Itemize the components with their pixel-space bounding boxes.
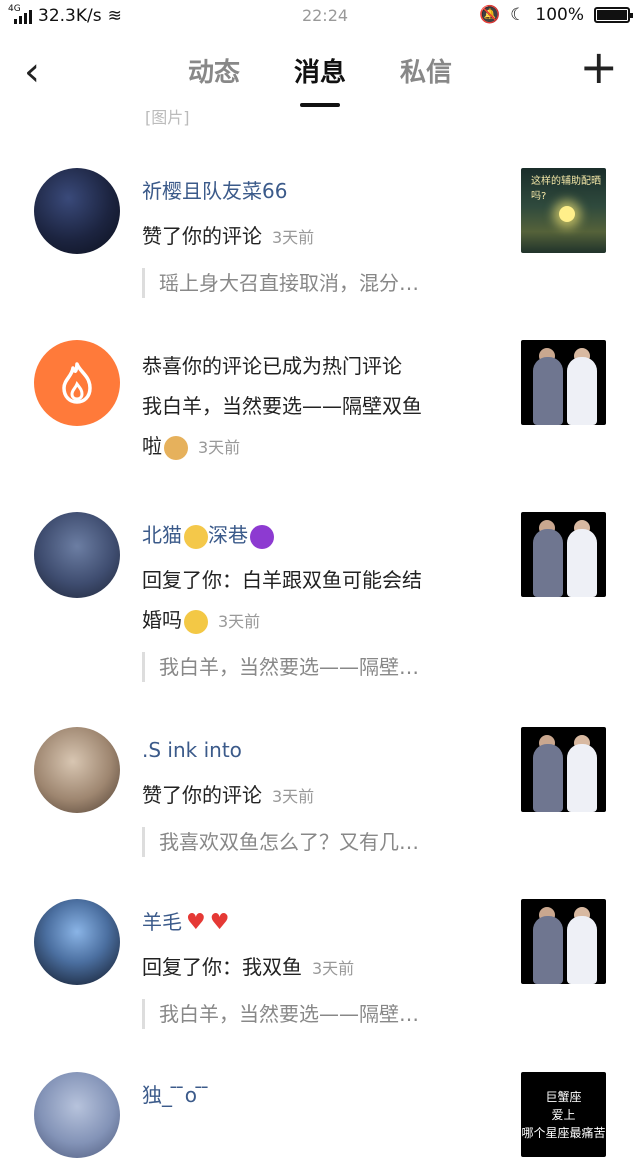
figure-decoration — [567, 916, 597, 984]
add-icon[interactable]: + — [579, 44, 618, 90]
avatar[interactable] — [34, 168, 120, 254]
quoted-comment[interactable]: 我喜欢双鱼怎么了？又有几… — [142, 827, 500, 857]
username[interactable]: .S ink into — [142, 735, 500, 765]
username-part: 深巷 — [208, 523, 248, 547]
tab-messages[interactable]: 消息 — [293, 52, 346, 107]
figure-decoration — [567, 357, 597, 425]
post-thumbnail[interactable]: 这样的辅助配晒吗? — [521, 168, 606, 253]
battery-icon — [594, 7, 633, 23]
action-text: 赞了你的评论 — [142, 224, 262, 248]
laugh-cry-emoji-icon — [184, 609, 208, 634]
moon-icon: ☾ — [510, 5, 526, 25]
comment-text: 我白羊，当然要选——隔壁双鱼 — [142, 394, 422, 418]
avatar[interactable] — [34, 512, 120, 598]
heart-icon: ♥ — [209, 910, 230, 935]
figure-decoration — [567, 529, 597, 597]
avatar[interactable] — [34, 727, 120, 813]
action-text: 赞了你的评论 — [142, 783, 262, 807]
timestamp: 3天前 — [272, 228, 315, 247]
flame-icon — [62, 362, 92, 404]
reply-text: 回复了你：白羊跟双鱼可能会结 — [142, 568, 422, 592]
post-thumbnail[interactable]: 巨蟹座 爱上 哪个星座最痛苦 — [521, 1072, 606, 1157]
reply-text-end: 婚吗 — [142, 608, 182, 632]
quoted-comment[interactable]: 我白羊，当然要选——隔壁… — [142, 652, 500, 682]
quoted-comment[interactable]: 我白羊，当然要选——隔壁… — [142, 999, 500, 1029]
heart-icon: ♥ — [186, 910, 206, 935]
active-tab-indicator — [299, 103, 340, 107]
figure-decoration — [533, 916, 563, 984]
post-thumbnail[interactable] — [521, 340, 606, 425]
partial-quote: [图片] — [145, 108, 190, 127]
timestamp: 3天前 — [312, 959, 355, 978]
status-bar: 4G 32.3K/s ≋ 22:24 🔕 ☾ 100% — [0, 0, 640, 34]
thumbnail-text-line: 巨蟹座 — [545, 1089, 582, 1104]
post-thumbnail[interactable] — [521, 899, 606, 984]
username-part: 北猫 — [142, 523, 182, 547]
username[interactable]: 北猫 深巷 — [142, 520, 500, 550]
tab-bar: 动态 消息 私信 — [0, 52, 640, 107]
timestamp: 3天前 — [198, 438, 241, 457]
thumbnail-caption: 这样的辅助配晒吗? — [531, 176, 601, 202]
figure-decoration — [533, 744, 563, 812]
timestamp: 3天前 — [218, 612, 261, 631]
thumbnail-text-line: 哪个星座最痛苦 — [521, 1125, 606, 1140]
post-thumbnail[interactable] — [521, 727, 606, 812]
doge-emoji-icon — [164, 435, 188, 460]
figure-decoration — [533, 529, 563, 597]
reply-text: 回复了你：我双鱼 — [142, 955, 302, 979]
spark-decoration — [559, 206, 575, 222]
quoted-comment[interactable]: 瑶上身大召直接取消，混分… — [142, 268, 500, 298]
comment-text-end: 啦 — [142, 434, 162, 458]
mute-icon: 🔕 — [478, 5, 501, 25]
battery-percent: 100% — [535, 5, 584, 25]
username[interactable]: 羊毛 ♥ ♥ — [142, 907, 500, 937]
username[interactable]: 祈樱且队友菜66 — [142, 176, 500, 206]
tab-dynamic[interactable]: 动态 — [188, 52, 240, 89]
username[interactable]: 独_ ̄ ̄o ̄ ̄ — [142, 1080, 500, 1110]
tab-label: 私信 — [400, 58, 453, 88]
top-nav: ‹ 动态 消息 私信 + — [0, 34, 640, 107]
figure-decoration — [567, 744, 597, 812]
tab-private-messages[interactable]: 私信 — [400, 52, 452, 89]
tab-label: 消息 — [293, 58, 346, 88]
thumbnail-text-line: 爱上 — [551, 1107, 576, 1122]
username-text: 羊毛 — [142, 910, 182, 934]
cat-emoji-icon — [184, 524, 208, 549]
hot-comment-title: 恭喜你的评论已成为热门评论 — [142, 354, 402, 378]
figure-decoration — [533, 357, 563, 425]
timestamp: 3天前 — [272, 787, 315, 806]
avatar[interactable] — [34, 1072, 120, 1158]
post-thumbnail[interactable] — [521, 512, 606, 597]
battery-fill — [597, 10, 627, 20]
devil-emoji-icon — [250, 524, 274, 549]
tab-label: 动态 — [187, 58, 240, 88]
hot-comment-avatar — [34, 340, 120, 426]
avatar[interactable] — [34, 899, 120, 985]
